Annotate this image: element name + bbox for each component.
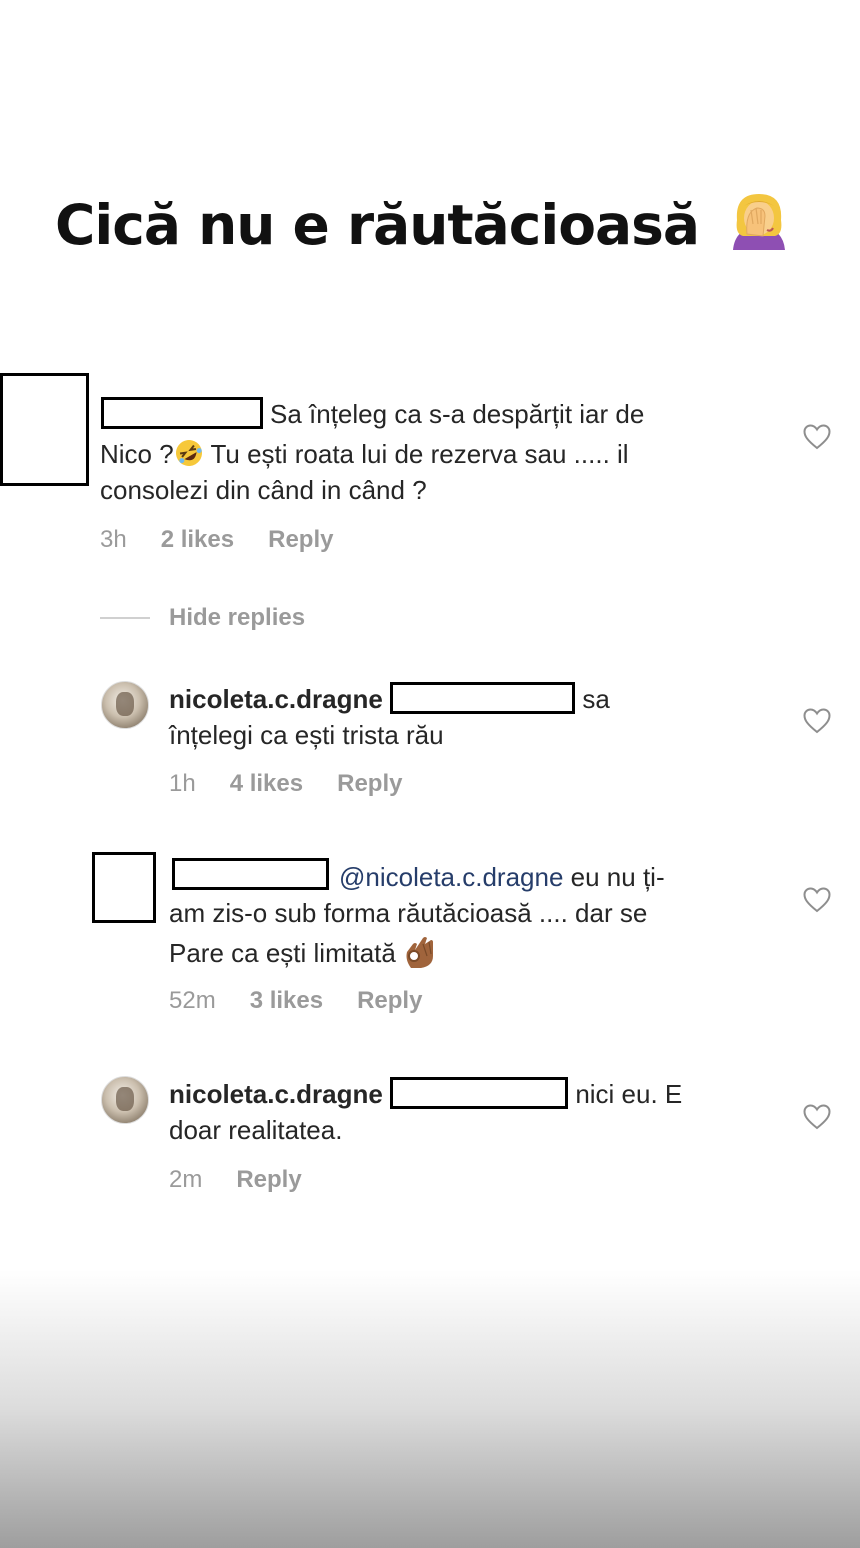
bottom-gradient bbox=[0, 1270, 860, 1548]
reply-text-line: doar realitatea. bbox=[169, 1115, 343, 1146]
reply-meta: 52m 3 likes Reply bbox=[169, 987, 456, 1015]
story-title-text: Cică nu e răutăcioasă bbox=[55, 193, 700, 257]
ok-hand-icon bbox=[406, 937, 434, 969]
comment-time: 3h bbox=[100, 526, 127, 553]
reply-text-line: eu nu ți- bbox=[570, 862, 665, 892]
reply-text-line: Pare ca ești limitată bbox=[169, 938, 396, 968]
avatar[interactable] bbox=[101, 681, 149, 729]
reply-button[interactable]: Reply bbox=[268, 526, 333, 553]
username-link[interactable]: nicoleta.c.dragne bbox=[169, 684, 383, 714]
reply-button[interactable]: Reply bbox=[337, 770, 402, 797]
mention-link[interactable]: @nicoleta.c.dragne bbox=[339, 862, 563, 892]
reply-button[interactable]: Reply bbox=[236, 1166, 301, 1193]
reply-body: @nicoleta.c.dragne eu nu ți- am zis-o su… bbox=[169, 859, 789, 973]
rolling-on-floor-laughing-icon bbox=[175, 440, 202, 467]
reply-time: 1h bbox=[169, 770, 196, 797]
heart-icon[interactable] bbox=[803, 1104, 831, 1130]
reply-body: nicoleta.c.dragne sa înțelegi ca ești tr… bbox=[169, 681, 789, 753]
reply-text-line: sa bbox=[582, 684, 610, 714]
story-title: Cică nu e răutăcioasă bbox=[55, 182, 791, 257]
comment-meta: 3h 2 likes Reply bbox=[100, 526, 367, 554]
reply-time: 52m bbox=[169, 987, 216, 1014]
comment-text-line: Sa înțeleg ca s-a despărțit iar de bbox=[270, 399, 645, 429]
reply-meta: 2m Reply bbox=[169, 1166, 336, 1194]
woman-facepalming-icon bbox=[733, 194, 786, 250]
hide-replies-button[interactable]: Hide replies bbox=[169, 604, 305, 632]
reply-text-line: nici eu. E bbox=[575, 1079, 683, 1109]
reply-likes[interactable]: 4 likes bbox=[230, 770, 303, 797]
username-link[interactable]: nicoleta.c.dragne bbox=[169, 1079, 383, 1109]
heart-icon[interactable] bbox=[803, 424, 831, 450]
redacted-avatar bbox=[92, 852, 156, 923]
heart-icon[interactable] bbox=[803, 708, 831, 734]
comment-text-line: Tu ești roata lui de rezerva sau ..... i… bbox=[210, 439, 629, 469]
reply-meta: 1h 4 likes Reply bbox=[169, 770, 436, 798]
redacted-mention bbox=[390, 1077, 569, 1110]
comment-likes[interactable]: 2 likes bbox=[161, 526, 234, 553]
avatar[interactable] bbox=[101, 1076, 149, 1124]
reply-button[interactable]: Reply bbox=[357, 987, 422, 1014]
heart-icon[interactable] bbox=[803, 887, 831, 913]
comment-body: Sa înțeleg ca s-a despărțit iar de Nico … bbox=[100, 396, 790, 508]
reply-likes[interactable]: 3 likes bbox=[250, 987, 323, 1014]
reply-text-line: înțelegi ca ești trista rău bbox=[169, 720, 444, 751]
comment-text-line: consolezi din când in când ? bbox=[100, 475, 427, 505]
redacted-avatar bbox=[0, 373, 89, 486]
reply-time: 2m bbox=[169, 1166, 203, 1193]
hide-replies-divider bbox=[100, 617, 150, 619]
redacted-mention bbox=[390, 682, 576, 715]
comment-text-line: Nico ? bbox=[100, 439, 174, 469]
reply-text-line: am zis-o sub forma răutăcioasă .... dar … bbox=[169, 898, 648, 928]
reply-body: nicoleta.c.dragne nici eu. E doar realit… bbox=[169, 1076, 789, 1148]
